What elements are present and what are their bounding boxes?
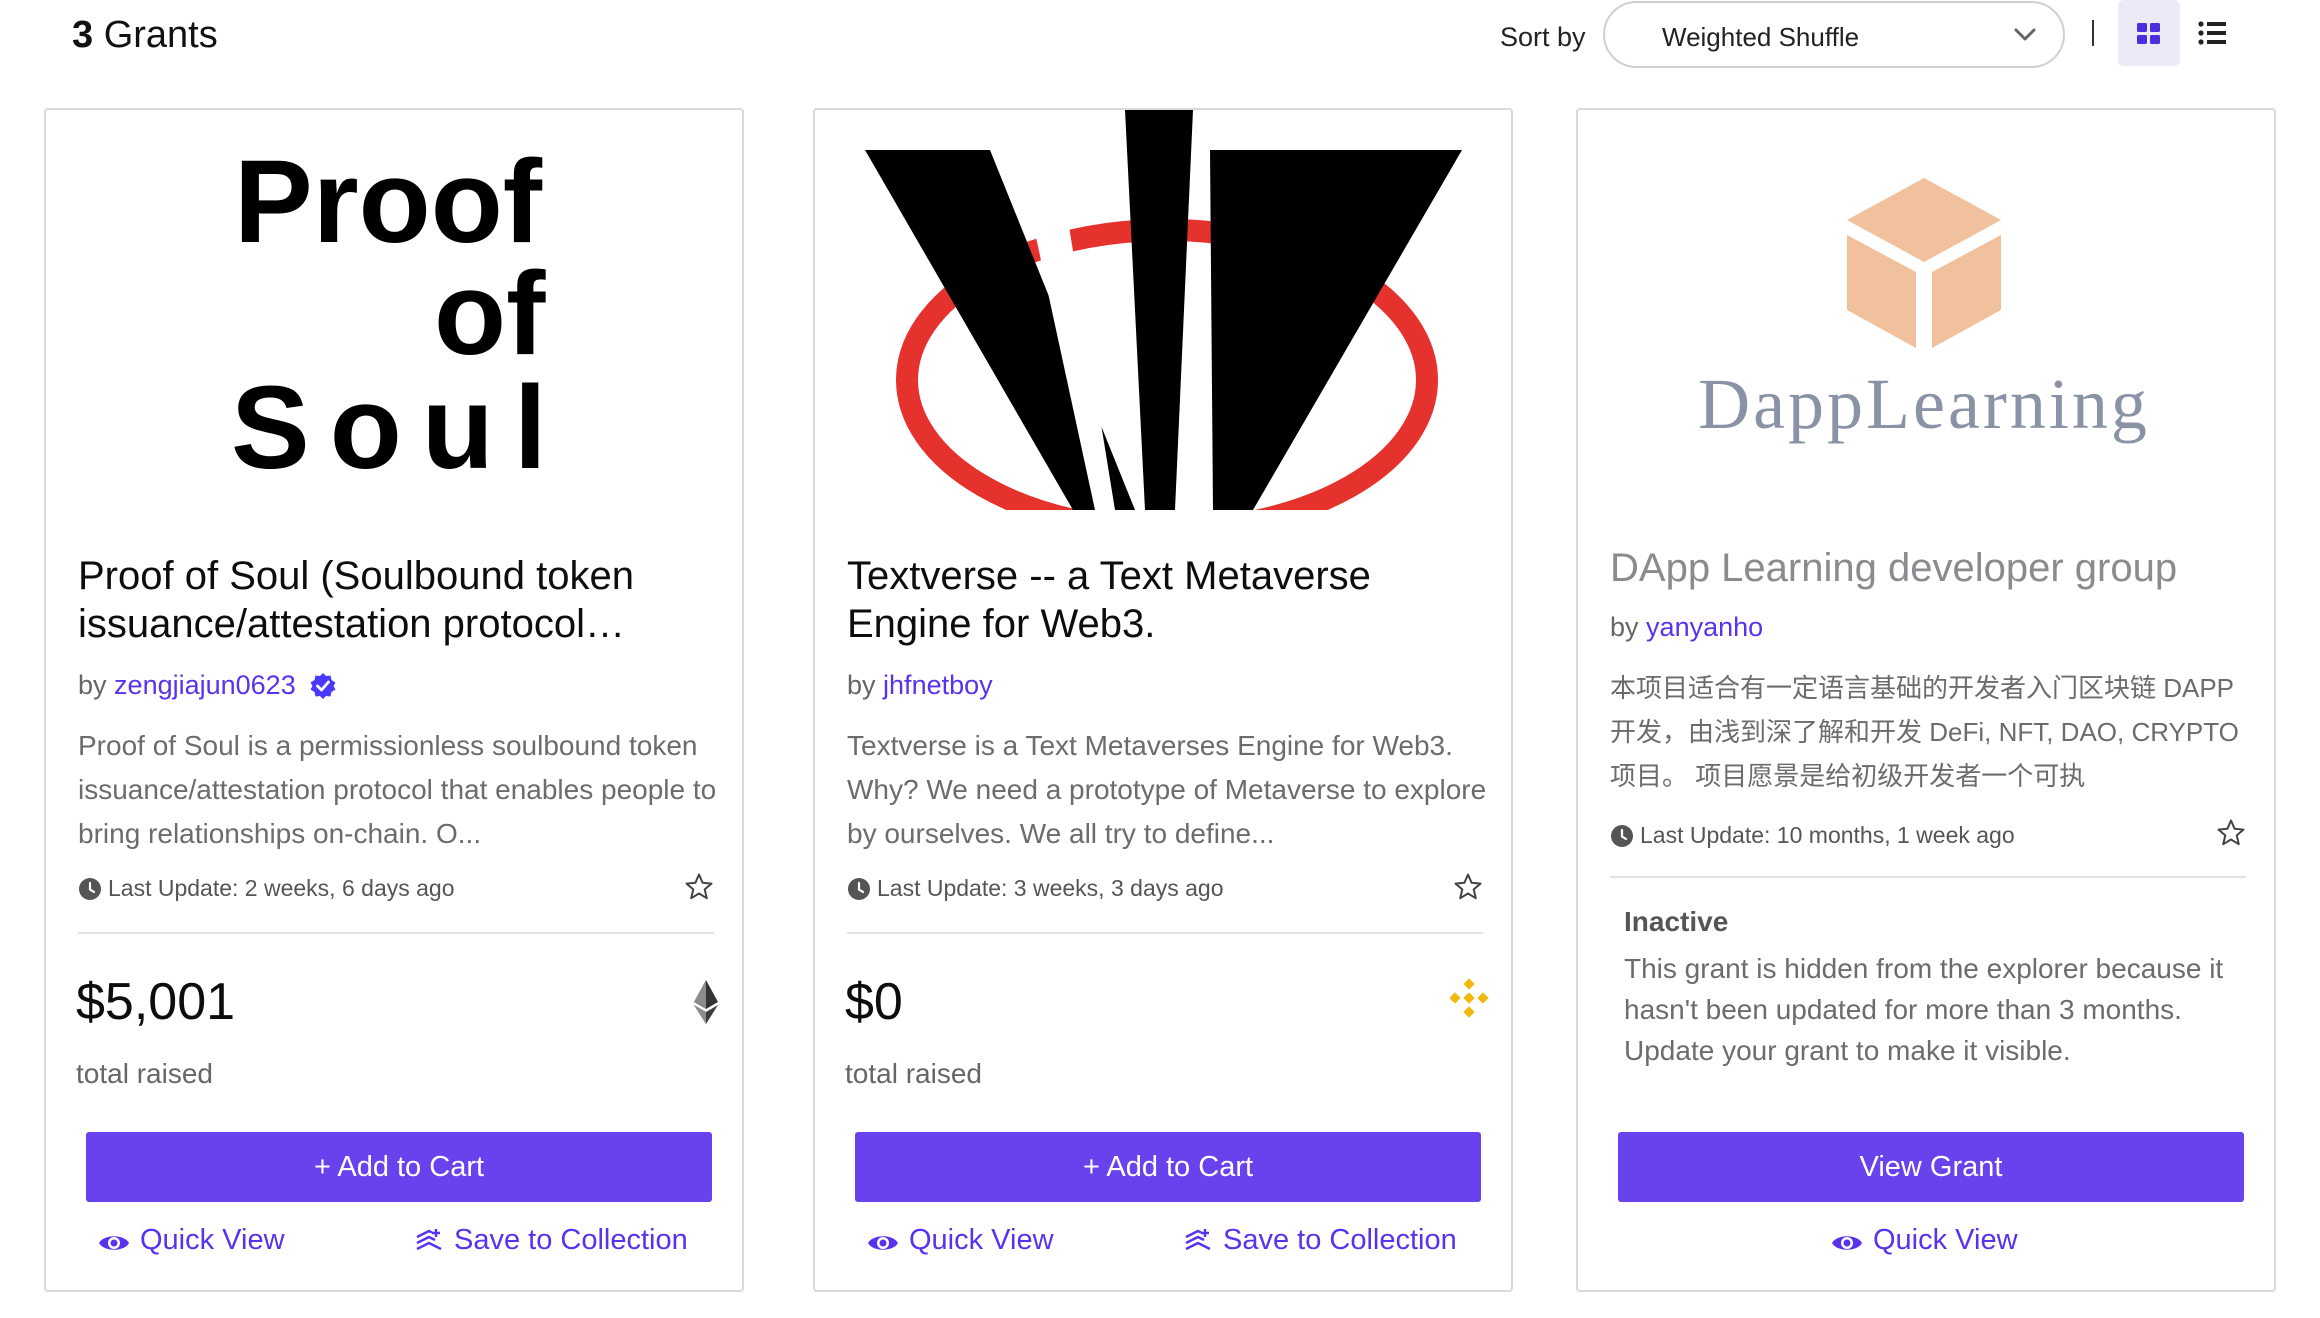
total-raised-label: total raised bbox=[845, 1058, 982, 1089]
last-update-text: Last Update: 2 weeks, 6 days ago bbox=[108, 875, 455, 901]
grant-card[interactable]: Textverse -- a Text Metaverse Engine for… bbox=[813, 108, 1513, 1292]
grant-title[interactable]: Proof of Soul (Soulbound token issuance/… bbox=[78, 552, 718, 648]
clock-icon bbox=[79, 878, 101, 900]
grant-logo bbox=[865, 110, 1462, 510]
save-to-collection-link[interactable]: Save to Collection bbox=[1183, 1224, 1457, 1257]
last-update-text: Last Update: 10 months, 1 week ago bbox=[1640, 822, 2015, 848]
grant-owner: by yanyanho bbox=[1610, 612, 1763, 643]
grant-count-number: 3 bbox=[72, 14, 94, 56]
grid-icon bbox=[2137, 23, 2160, 44]
owner-link[interactable]: jhfnetboy bbox=[883, 670, 993, 700]
quick-view-label: Quick View bbox=[909, 1224, 1054, 1256]
add-to-cart-button[interactable]: + Add to Cart bbox=[86, 1132, 712, 1202]
star-icon[interactable] bbox=[684, 872, 714, 902]
sort-dropdown[interactable]: Weighted Shuffle bbox=[1603, 1, 2065, 68]
last-update: Last Update: 2 weeks, 6 days ago bbox=[78, 875, 455, 902]
sort-dropdown-value: Weighted Shuffle bbox=[1662, 22, 1860, 52]
view-divider bbox=[2092, 20, 2094, 46]
grant-title[interactable]: Textverse -- a Text Metaverse Engine for… bbox=[847, 552, 1487, 648]
logo-text-line: of bbox=[434, 248, 546, 380]
inactive-status-text: This grant is hidden from the explorer b… bbox=[1624, 953, 2224, 1066]
by-prefix: by bbox=[78, 670, 107, 700]
ethereum-icon bbox=[694, 980, 718, 1024]
grant-owner: by jhfnetboy bbox=[847, 670, 993, 701]
verified-badge-icon bbox=[310, 673, 336, 699]
card-divider bbox=[78, 932, 714, 934]
collection-icon bbox=[416, 1229, 442, 1251]
collection-icon bbox=[1185, 1229, 1211, 1251]
total-raised-label: total raised bbox=[76, 1058, 213, 1089]
logo-text-line: Soul bbox=[231, 362, 567, 494]
eye-icon bbox=[99, 1236, 129, 1250]
add-to-cart-button[interactable]: + Add to Cart bbox=[855, 1132, 1481, 1202]
grant-card[interactable]: Proof of Soul Proof of Soul (Soulbound t… bbox=[44, 108, 744, 1292]
grant-title[interactable]: DApp Learning developer group bbox=[1610, 544, 2250, 592]
eye-icon bbox=[1832, 1236, 1862, 1250]
grant-description: 本项目适合有一定语言基础的开发者入门区块链 DAPP 开发，由浅到深了解和开发 … bbox=[1610, 673, 2239, 791]
grant-count: 3 Grants bbox=[72, 14, 218, 57]
quick-view-link[interactable]: Quick View bbox=[867, 1224, 1054, 1257]
owner-link[interactable]: yanyanho bbox=[1646, 612, 1763, 642]
save-to-collection-link[interactable]: Save to Collection bbox=[414, 1224, 688, 1257]
logo-wordmark: DappLearning bbox=[1698, 364, 2150, 444]
card-divider bbox=[847, 932, 1483, 934]
eye-icon bbox=[868, 1236, 898, 1250]
star-icon[interactable] bbox=[2216, 818, 2246, 848]
grant-description: Proof of Soul is a permissionless soulbo… bbox=[78, 730, 717, 849]
chevron-down-icon bbox=[2014, 28, 2036, 41]
quick-view-label: Quick View bbox=[140, 1224, 285, 1256]
grant-owner: by zengjiajun0623 bbox=[78, 670, 337, 701]
grant-description: Textverse is a Text Metaverses Engine fo… bbox=[847, 730, 1487, 849]
box-icon bbox=[1847, 178, 2001, 348]
by-prefix: by bbox=[847, 670, 876, 700]
results-toolbar: 3 Grants Sort by Weighted Shuffle bbox=[0, 0, 2320, 90]
owner-link[interactable]: zengjiajun0623 bbox=[114, 670, 296, 700]
grant-logo: DappLearning bbox=[1698, 178, 2150, 444]
amount-raised: $0 bbox=[845, 973, 903, 1031]
inactive-status-title: Inactive bbox=[1624, 906, 1729, 937]
last-update: Last Update: 10 months, 1 week ago bbox=[1610, 822, 2015, 849]
grant-logo: Proof of Soul bbox=[231, 136, 567, 494]
view-grant-button[interactable]: View Grant bbox=[1618, 1132, 2244, 1202]
list-view-icon[interactable] bbox=[2196, 18, 2228, 48]
grid-view-button[interactable] bbox=[2118, 0, 2180, 66]
last-update: Last Update: 3 weeks, 3 days ago bbox=[847, 875, 1224, 902]
quick-view-link[interactable]: Quick View bbox=[1831, 1224, 2018, 1257]
save-to-collection-label: Save to Collection bbox=[454, 1224, 688, 1256]
binance-icon bbox=[1449, 978, 1489, 1018]
card-divider bbox=[1610, 876, 2246, 878]
clock-icon bbox=[848, 878, 870, 900]
sort-label: Sort by bbox=[1500, 22, 1586, 52]
star-icon[interactable] bbox=[1453, 872, 1483, 902]
quick-view-label: Quick View bbox=[1873, 1224, 2018, 1256]
quick-view-link[interactable]: Quick View bbox=[98, 1224, 285, 1257]
save-to-collection-label: Save to Collection bbox=[1223, 1224, 1457, 1256]
grant-count-label: Grants bbox=[103, 14, 218, 56]
last-update-text: Last Update: 3 weeks, 3 days ago bbox=[877, 875, 1224, 901]
by-prefix: by bbox=[1610, 612, 1639, 642]
clock-icon bbox=[1611, 825, 1633, 847]
amount-raised: $5,001 bbox=[76, 973, 236, 1031]
grant-card[interactable]: DappLearning DApp Learning developer gro… bbox=[1576, 108, 2276, 1292]
